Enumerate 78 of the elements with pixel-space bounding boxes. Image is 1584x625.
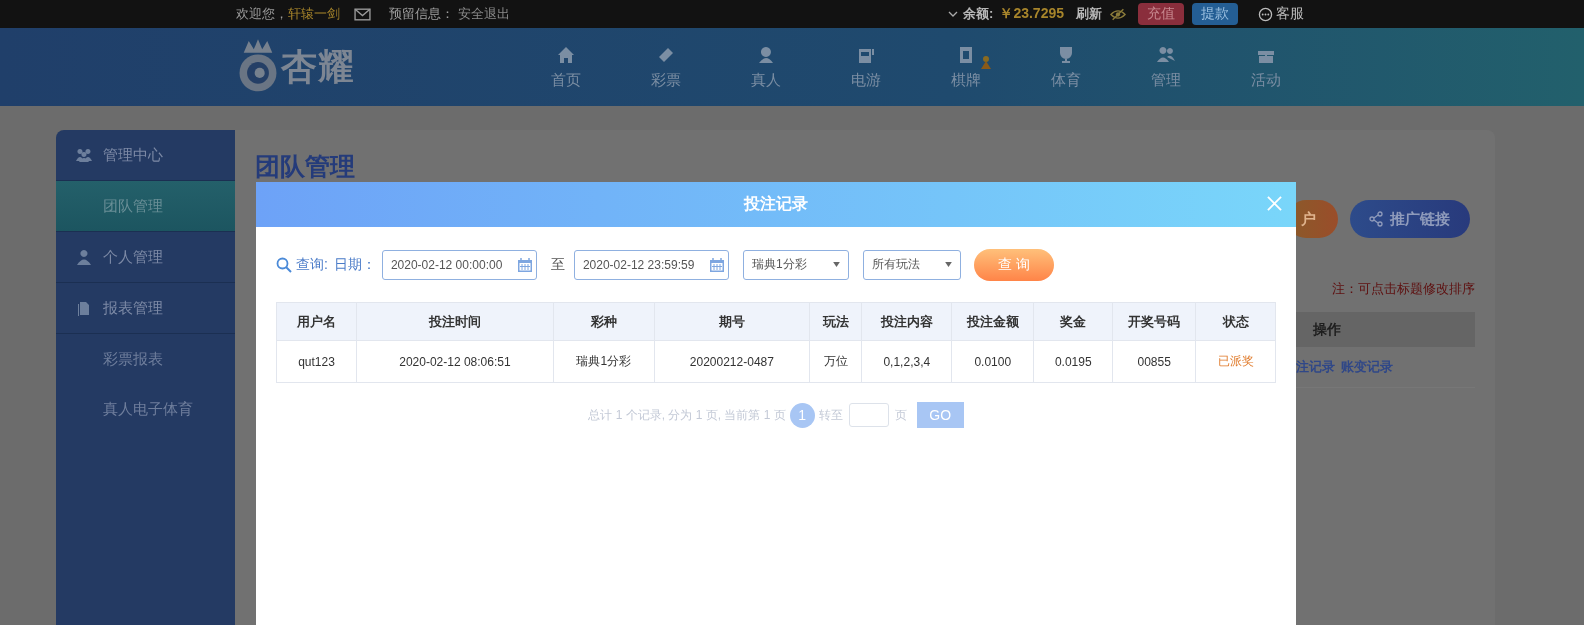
nav-item[interactable]: 真人	[716, 44, 816, 90]
promo-link-button[interactable]: 推广链接	[1350, 200, 1470, 238]
page-title: 团队管理	[254, 151, 356, 182]
nav-item[interactable]: 管理	[1116, 44, 1216, 90]
recharge-button[interactable]: 充值	[1138, 3, 1184, 25]
page-input[interactable]	[848, 403, 889, 427]
table-cell: 万位	[809, 340, 862, 383]
table-cell: 20200212-0487	[654, 340, 810, 383]
dropdown-arrow-icon	[944, 262, 952, 267]
column-header: 玩法	[809, 302, 862, 341]
person-icon	[76, 249, 92, 265]
query-label: 查询:	[296, 255, 328, 274]
username-link[interactable]: 轩辕一剑	[288, 5, 340, 23]
lottery-dropdown[interactable]: 瑞典1分彩	[742, 249, 849, 280]
mail-icon[interactable]	[354, 7, 371, 21]
reserved-info-label: 预留信息：	[389, 5, 454, 23]
column-header: 投注内容	[861, 302, 952, 341]
nav-item[interactable]: 电游	[816, 44, 916, 90]
column-header: 用户名	[276, 302, 357, 341]
modal-title: 投注记录	[744, 194, 808, 214]
nav-item[interactable]: 活动	[1216, 44, 1316, 90]
sidebar-item[interactable]: 团队管理	[56, 181, 235, 232]
table-cell: 0.0195	[1033, 340, 1113, 383]
welcome-text: 欢迎您，	[236, 5, 288, 23]
current-page[interactable]: 1	[789, 402, 815, 428]
logout-link[interactable]: 安全退出	[458, 5, 510, 23]
chat-icon[interactable]	[1258, 6, 1273, 22]
go-button[interactable]: GO	[916, 402, 964, 428]
nav-item[interactable]: 棋牌	[916, 44, 1016, 90]
nav-item[interactable]: 首页	[516, 44, 616, 90]
column-header: 投注时间	[356, 302, 554, 341]
record-link[interactable]: 账变记录	[1341, 358, 1393, 376]
sidebar-item[interactable]: 彩票报表	[56, 334, 235, 384]
end-date-field[interactable]: 2020-02-12 23:59:59	[573, 249, 729, 280]
record-link[interactable]: 注记录	[1296, 358, 1335, 376]
table-cell: 0,1,2,3,4	[861, 340, 952, 383]
nav-item[interactable]: 体育	[1016, 44, 1116, 90]
home-icon	[556, 44, 576, 65]
page-unit: 页	[894, 406, 907, 424]
column-header: 投注金额	[951, 302, 1034, 341]
column-header: 期号	[654, 302, 810, 341]
start-date-field[interactable]: 2020-02-12 00:00:00	[381, 249, 537, 280]
calendar-icon	[517, 257, 532, 272]
query-button[interactable]: 查 询	[973, 248, 1054, 281]
column-header: 操作	[1313, 320, 1341, 339]
table-cell: 00855	[1112, 340, 1196, 383]
person-icon	[756, 44, 776, 65]
document-icon	[76, 300, 92, 316]
people-icon	[1156, 44, 1176, 65]
table-cell: 瑞典1分彩	[553, 340, 655, 383]
eye-slash-icon[interactable]	[1110, 7, 1126, 21]
customer-service-link[interactable]: 客服	[1276, 5, 1304, 23]
table-cell: 已派奖	[1195, 340, 1276, 383]
nav-item[interactable]: 彩票	[616, 44, 716, 90]
figure-icon	[980, 54, 992, 69]
column-header: 奖金	[1033, 302, 1113, 341]
play-dropdown[interactable]: 所有玩法	[862, 249, 961, 280]
range-separator: 至	[550, 255, 565, 274]
column-header: 状态	[1195, 302, 1276, 341]
dropdown-arrow-icon	[832, 262, 840, 267]
table-cell: qut123	[276, 340, 357, 383]
sidebar-item[interactable]: 真人电子体育	[56, 384, 235, 434]
calendar-icon	[709, 257, 724, 272]
logo-text: 杏耀	[281, 44, 355, 89]
refresh-link[interactable]: 刷新	[1076, 5, 1102, 23]
balance-label: 余额:	[963, 5, 994, 23]
balance-value: ￥23.7295	[999, 5, 1064, 23]
people-icon	[76, 147, 92, 163]
date-label: 日期：	[333, 255, 376, 274]
share-icon	[1368, 211, 1384, 227]
table-cell: 0.0100	[951, 340, 1034, 383]
column-header: 开奖号码	[1112, 302, 1196, 341]
search-icon	[276, 256, 292, 273]
column-header: 彩种	[553, 302, 655, 341]
table-cell: 2020-02-12 08:06:51	[356, 340, 554, 383]
caret-icon[interactable]	[948, 11, 959, 17]
withdraw-button[interactable]: 提款	[1192, 3, 1238, 25]
sort-note: 注：可点击标题修改排序	[1332, 280, 1476, 298]
